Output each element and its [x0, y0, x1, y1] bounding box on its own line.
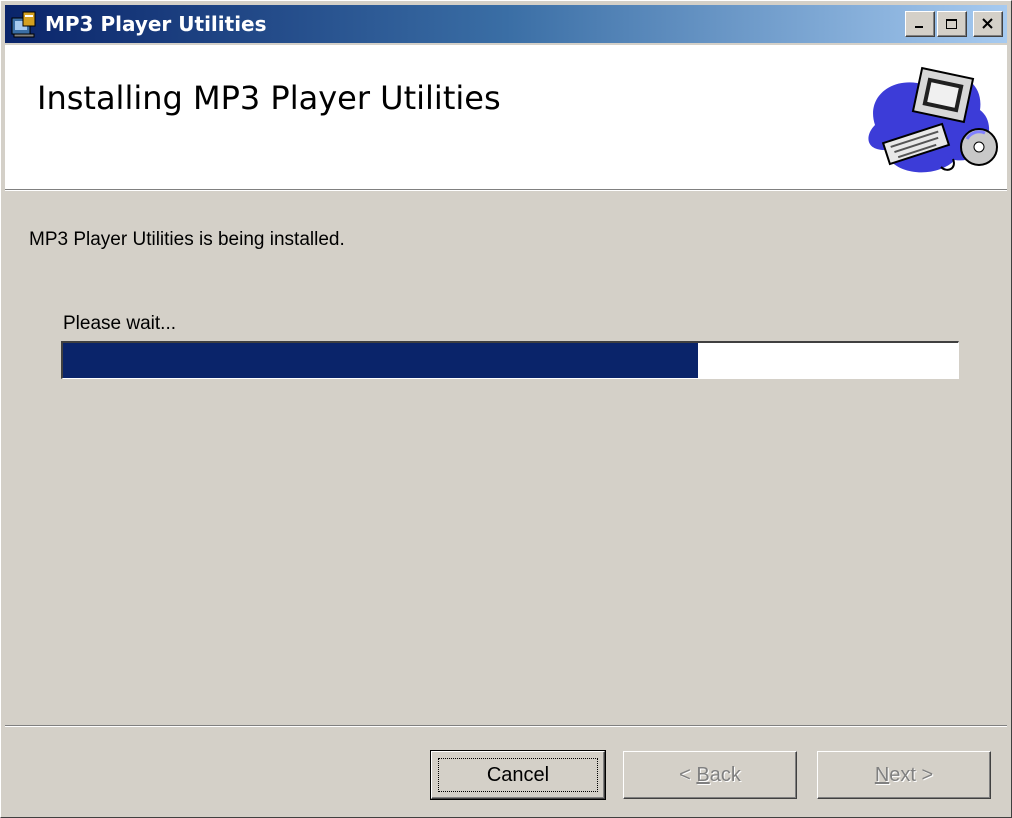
close-button[interactable] [973, 11, 1003, 37]
back-button-label: < Back [679, 763, 741, 786]
maximize-icon [946, 19, 957, 29]
minimize-button[interactable] [905, 11, 935, 37]
page-title: Installing MP3 Player Utilities [37, 79, 501, 117]
minimize-icon [915, 26, 923, 28]
install-progress-bar [61, 341, 959, 379]
focus-rectangle [438, 758, 598, 792]
title-bar[interactable]: MP3 Player Utilities [5, 5, 1007, 43]
back-button[interactable]: < Back [623, 751, 797, 799]
wizard-header: Installing MP3 Player Utilities [5, 45, 1007, 189]
next-button[interactable]: Next > [817, 751, 991, 799]
cancel-button[interactable]: Cancel [430, 750, 606, 800]
installer-icon[interactable] [9, 9, 39, 39]
please-wait-label: Please wait... [63, 313, 176, 334]
footer-separator [5, 725, 1007, 727]
computer-cd-illustration [855, 55, 1005, 185]
caption-buttons [903, 11, 1003, 37]
maximize-button[interactable] [937, 11, 967, 37]
window-title: MP3 Player Utilities [45, 12, 267, 36]
progress-bar-fill [63, 343, 699, 378]
installer-window: MP3 Player Utilities Installing MP3 Play… [0, 0, 1012, 818]
next-button-label: Next > [874, 763, 934, 786]
close-icon [982, 18, 993, 29]
header-separator [5, 189, 1007, 191]
install-status-text: MP3 Player Utilities is being installed. [29, 229, 345, 250]
